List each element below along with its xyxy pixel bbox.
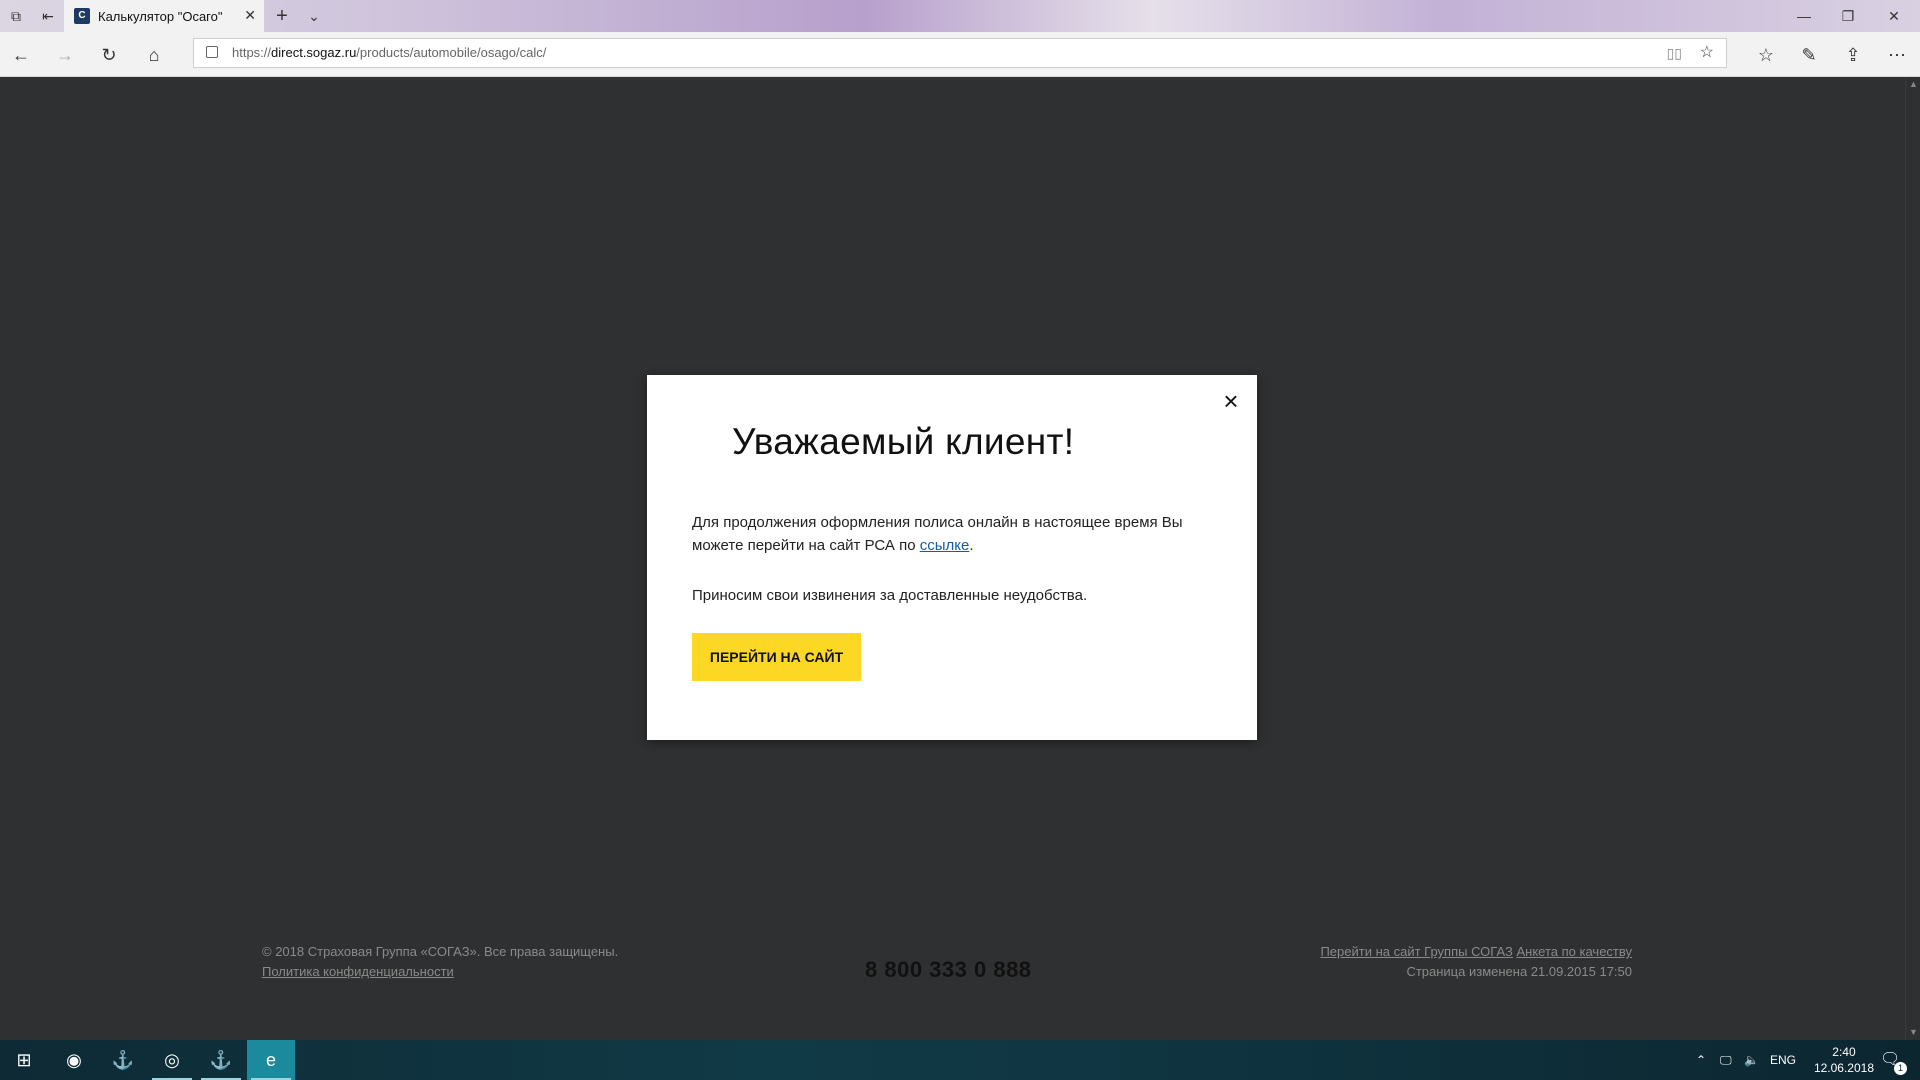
- modal-text: Для продолжения оформления полиса онлайн…: [692, 514, 1183, 554]
- back-icon[interactable]: ←: [10, 44, 32, 66]
- windows-start-icon[interactable]: ⊞: [0, 1040, 48, 1080]
- tab-close-icon[interactable]: ✕: [244, 7, 256, 24]
- notice-modal: × Уважаемый клиент! Для продолжения офор…: [647, 375, 1257, 740]
- new-tab-icon[interactable]: +: [272, 6, 292, 26]
- home-icon[interactable]: ⌂: [143, 44, 165, 66]
- tab-title: Калькулятор "Осаго": [98, 8, 223, 24]
- favorite-star-icon[interactable]: ☆: [1700, 39, 1714, 67]
- rsa-link[interactable]: ссылке: [920, 537, 970, 554]
- web-note-icon[interactable]: ✎: [1798, 44, 1820, 66]
- edge-icon[interactable]: e: [247, 1040, 295, 1080]
- steam-icon[interactable]: ◉: [50, 1040, 98, 1080]
- browser-nav-bar: ← → ↻ ⌂ https://direct.sogaz.ru/products…: [0, 32, 1920, 77]
- reading-view-icon[interactable]: ▯▯: [1667, 39, 1682, 67]
- chrome-icon[interactable]: ◎: [148, 1040, 196, 1080]
- browser-tab-bar: ⧉ ⇤ С Калькулятор "Осаго" ✕ + ⌄ — ❐ ✕: [0, 0, 1920, 32]
- url-text: https://direct.sogaz.ru/products/automob…: [232, 45, 547, 60]
- site-favicon-icon: С: [74, 8, 90, 24]
- privacy-link[interactable]: Политика конфиденциальности: [262, 964, 454, 979]
- lock-icon: [206, 46, 218, 58]
- game-launcher-icon[interactable]: ⚓: [99, 1040, 147, 1080]
- warships-icon[interactable]: ⚓: [197, 1040, 245, 1080]
- more-icon[interactable]: ⋯: [1886, 44, 1908, 66]
- tray-chevron-icon[interactable]: ⌃: [1696, 1040, 1706, 1080]
- favorites-hub-icon[interactable]: ☆: [1755, 44, 1777, 66]
- apology-text: Приносим свои извинения за доставленные …: [692, 587, 1088, 604]
- copyright-text: © 2018 Страховая Группа «СОГАЗ». Все пра…: [262, 944, 619, 959]
- page-overlay: × Уважаемый клиент! Для продолжения офор…: [0, 77, 1906, 1039]
- language-indicator[interactable]: ENG: [1770, 1040, 1796, 1080]
- phone-number: 8 800 333 0 888: [865, 957, 1032, 982]
- notification-badge: 1: [1894, 1062, 1907, 1075]
- quality-survey-link[interactable]: Анкета по качеству: [1516, 944, 1632, 959]
- minimize-icon[interactable]: —: [1794, 6, 1814, 26]
- tab-preview-chevron-icon[interactable]: ⌄: [304, 6, 324, 26]
- tab-actions-icon[interactable]: ⧉: [6, 6, 26, 26]
- scroll-down-icon[interactable]: ▼: [1909, 1027, 1918, 1037]
- browser-tab[interactable]: С Калькулятор "Осаго" ✕: [64, 0, 264, 32]
- address-bar[interactable]: https://direct.sogaz.ru/products/automob…: [193, 38, 1727, 68]
- page-scrollbar[interactable]: ▲ ▼: [1905, 77, 1920, 1039]
- close-icon[interactable]: ×: [1219, 388, 1243, 414]
- window-close-icon[interactable]: ✕: [1884, 6, 1904, 26]
- go-to-site-button[interactable]: ПЕРЕЙТИ НА САЙТ: [692, 633, 861, 681]
- taskbar: ⊞ ◉ ⚓ ◎ ⚓ e ⌃ 🖵 🔈 ENG 2:40 12.06.2018 🗨 …: [0, 1040, 1920, 1080]
- network-icon[interactable]: 🖵: [1720, 1040, 1732, 1080]
- clock-date: 12.06.2018: [1813, 1061, 1874, 1075]
- scroll-up-icon[interactable]: ▲: [1909, 79, 1918, 89]
- volume-icon[interactable]: 🔈: [1744, 1040, 1759, 1080]
- share-icon[interactable]: ⇪: [1842, 44, 1864, 66]
- clock[interactable]: 2:40 12.06.2018: [1814, 1044, 1874, 1076]
- forward-icon[interactable]: →: [54, 44, 76, 66]
- refresh-icon[interactable]: ↻: [98, 44, 120, 66]
- modified-date: Страница изменена 21.09.2015 17:50: [1406, 964, 1632, 979]
- group-site-link[interactable]: Перейти на сайт Группы СОГАЗ: [1320, 944, 1512, 959]
- set-tabs-aside-icon[interactable]: ⇤: [38, 6, 58, 26]
- restore-icon[interactable]: ❐: [1838, 6, 1858, 26]
- modal-title: Уважаемый клиент!: [732, 421, 1075, 462]
- clock-time: 2:40: [1832, 1045, 1856, 1059]
